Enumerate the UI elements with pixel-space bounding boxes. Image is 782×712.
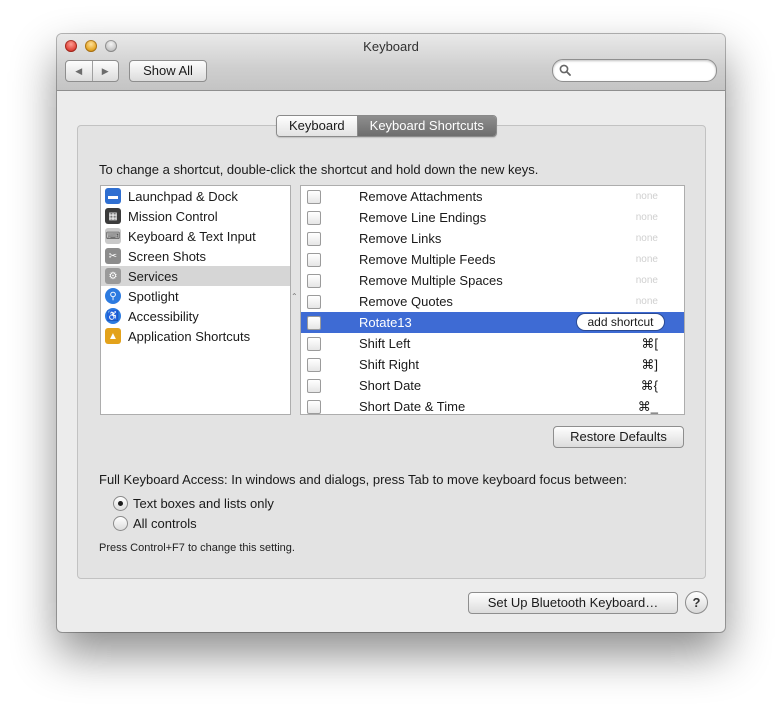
add-shortcut-button[interactable]: add shortcut bbox=[577, 314, 664, 330]
category-list: ▬ Launchpad & Dock ▦ Mission Control ⌨ K… bbox=[100, 185, 291, 415]
title-bar: Keyboard ◀ ▶ Show All bbox=[57, 34, 725, 91]
category-label: Launchpad & Dock bbox=[128, 188, 238, 204]
shortcut-key[interactable]: none bbox=[636, 191, 658, 202]
shortcut-row[interactable]: Remove Line Endings none bbox=[301, 207, 684, 228]
shortcut-checkbox[interactable] bbox=[307, 189, 321, 204]
category-item-accessibility[interactable]: ♿ Accessibility bbox=[101, 306, 290, 326]
category-label: Screen Shots bbox=[128, 248, 207, 264]
category-item-screen-shots[interactable]: ✂ Screen Shots bbox=[101, 246, 290, 266]
radio-button[interactable] bbox=[113, 516, 128, 531]
shortcut-name: Shift Left bbox=[359, 336, 411, 351]
radio-text-boxes-only[interactable]: Text boxes and lists only bbox=[113, 496, 274, 511]
back-arrow-icon[interactable]: ◀ bbox=[66, 61, 93, 81]
shortcut-name: Remove Quotes bbox=[359, 294, 453, 309]
category-item-application-shortcuts[interactable]: ▲ Application Shortcuts bbox=[101, 326, 290, 346]
shortcut-row[interactable]: Shift Right ⌘] bbox=[301, 354, 684, 375]
radio-all-controls[interactable]: All controls bbox=[113, 516, 197, 531]
shortcut-name: Rotate13 bbox=[359, 315, 412, 330]
show-all-button[interactable]: Show All bbox=[129, 60, 207, 82]
gear-icon: ⚙ bbox=[105, 268, 121, 284]
shortcut-key[interactable]: none bbox=[636, 254, 658, 265]
category-label: Application Shortcuts bbox=[128, 328, 251, 344]
shortcut-checkbox[interactable] bbox=[307, 336, 321, 351]
spotlight-icon: ⚲ bbox=[105, 288, 121, 304]
launchpad-dock-icon: ▬ bbox=[105, 188, 121, 204]
screenshot-icon: ✂ bbox=[105, 248, 121, 264]
category-item-keyboard-text-input[interactable]: ⌨ Keyboard & Text Input bbox=[101, 226, 290, 246]
shortcut-key[interactable]: none bbox=[636, 233, 658, 244]
shortcut-name: Remove Multiple Feeds bbox=[359, 252, 496, 267]
tab-keyboard[interactable]: Keyboard bbox=[277, 116, 358, 136]
help-button[interactable]: ? bbox=[685, 591, 708, 614]
shortcut-name: Remove Line Endings bbox=[359, 210, 487, 225]
category-label: Keyboard & Text Input bbox=[128, 228, 256, 244]
category-label: Spotlight bbox=[128, 288, 179, 304]
shortcut-row[interactable]: Remove Multiple Spaces none bbox=[301, 270, 684, 291]
full-keyboard-access-label: Full Keyboard Access: In windows and dia… bbox=[99, 472, 627, 487]
shortcut-row[interactable]: Short Date & Time ⌘_ bbox=[301, 396, 684, 415]
radio-button-selected[interactable] bbox=[113, 496, 128, 511]
shortcut-checkbox[interactable] bbox=[307, 399, 321, 414]
category-label: Services bbox=[128, 268, 178, 284]
shortcut-key[interactable]: none bbox=[636, 296, 658, 307]
tab-keyboard-shortcuts[interactable]: Keyboard Shortcuts bbox=[357, 116, 496, 136]
shortcut-row[interactable]: Remove Multiple Feeds none bbox=[301, 249, 684, 270]
shortcut-checkbox[interactable] bbox=[307, 252, 321, 267]
shortcut-checkbox[interactable] bbox=[307, 357, 321, 372]
shortcut-key[interactable]: ⌘_ bbox=[638, 399, 658, 415]
shortcut-name: Remove Attachments bbox=[359, 189, 483, 204]
instructions-text: To change a shortcut, double-click the s… bbox=[99, 162, 539, 177]
shortcut-row[interactable]: Remove Quotes none bbox=[301, 291, 684, 312]
shortcut-name: Remove Links bbox=[359, 231, 442, 246]
keyboard-icon: ⌨ bbox=[105, 228, 121, 244]
preferences-window: Keyboard ◀ ▶ Show All Keyboard Keyboard … bbox=[57, 34, 725, 632]
category-item-spotlight[interactable]: ⚲ Spotlight bbox=[101, 286, 290, 306]
category-item-mission-control[interactable]: ▦ Mission Control bbox=[101, 206, 290, 226]
shortcut-name: Short Date & Time bbox=[359, 399, 466, 414]
shortcut-name: Shift Right bbox=[359, 357, 419, 372]
shortcut-checkbox[interactable] bbox=[307, 294, 321, 309]
shortcut-key[interactable]: ⌘[ bbox=[641, 336, 658, 352]
shortcut-row[interactable]: Shift Left ⌘[ bbox=[301, 333, 684, 354]
shortcut-row[interactable]: Rotate13 add shortcut bbox=[301, 312, 684, 333]
shortcut-checkbox[interactable] bbox=[307, 273, 321, 288]
shortcut-row[interactable]: Remove Links none bbox=[301, 228, 684, 249]
shortcut-key[interactable]: none bbox=[636, 212, 658, 223]
shortcut-row[interactable]: Remove Attachments none bbox=[301, 186, 684, 207]
shortcut-name: Remove Multiple Spaces bbox=[359, 273, 503, 288]
accessibility-icon: ♿ bbox=[105, 308, 121, 324]
radio-label: All controls bbox=[133, 516, 197, 531]
split-view-handle-icon[interactable]: ⌃ bbox=[291, 292, 298, 301]
setup-bluetooth-keyboard-button[interactable]: Set Up Bluetooth Keyboard… bbox=[468, 592, 678, 614]
shortcut-name: Short Date bbox=[359, 378, 422, 393]
forward-arrow-icon[interactable]: ▶ bbox=[93, 61, 119, 81]
restore-defaults-button[interactable]: Restore Defaults bbox=[553, 426, 684, 448]
back-forward-control: ◀ ▶ bbox=[65, 60, 119, 82]
radio-label: Text boxes and lists only bbox=[133, 496, 274, 511]
shortcut-key[interactable]: ⌘{ bbox=[641, 378, 658, 394]
shortcut-key[interactable]: none bbox=[636, 275, 658, 286]
window-title: Keyboard bbox=[363, 39, 419, 54]
category-label: Accessibility bbox=[128, 308, 199, 324]
shortcut-row[interactable]: Short Date ⌘{ bbox=[301, 375, 684, 396]
app-shortcuts-icon: ▲ bbox=[105, 328, 121, 344]
category-item-services[interactable]: ⚙ Services bbox=[101, 266, 290, 286]
shortcut-checkbox[interactable] bbox=[307, 378, 321, 393]
mission-control-icon: ▦ bbox=[105, 208, 121, 224]
shortcut-checkbox[interactable] bbox=[307, 210, 321, 225]
search-icon bbox=[559, 64, 571, 76]
category-label: Mission Control bbox=[128, 208, 218, 224]
shortcut-checkbox[interactable] bbox=[307, 231, 321, 246]
shortcut-checkbox[interactable] bbox=[307, 315, 321, 330]
shortcut-list: Remove Attachments none Remove Line Endi… bbox=[300, 185, 685, 415]
keyboard-access-hint: Press Control+F7 to change this setting. bbox=[99, 542, 295, 554]
tab-bar: Keyboard Keyboard Shortcuts bbox=[276, 115, 497, 137]
category-item-launchpad-dock[interactable]: ▬ Launchpad & Dock bbox=[101, 186, 290, 206]
search-input[interactable] bbox=[552, 59, 717, 82]
shortcut-key[interactable]: ⌘] bbox=[641, 357, 658, 373]
